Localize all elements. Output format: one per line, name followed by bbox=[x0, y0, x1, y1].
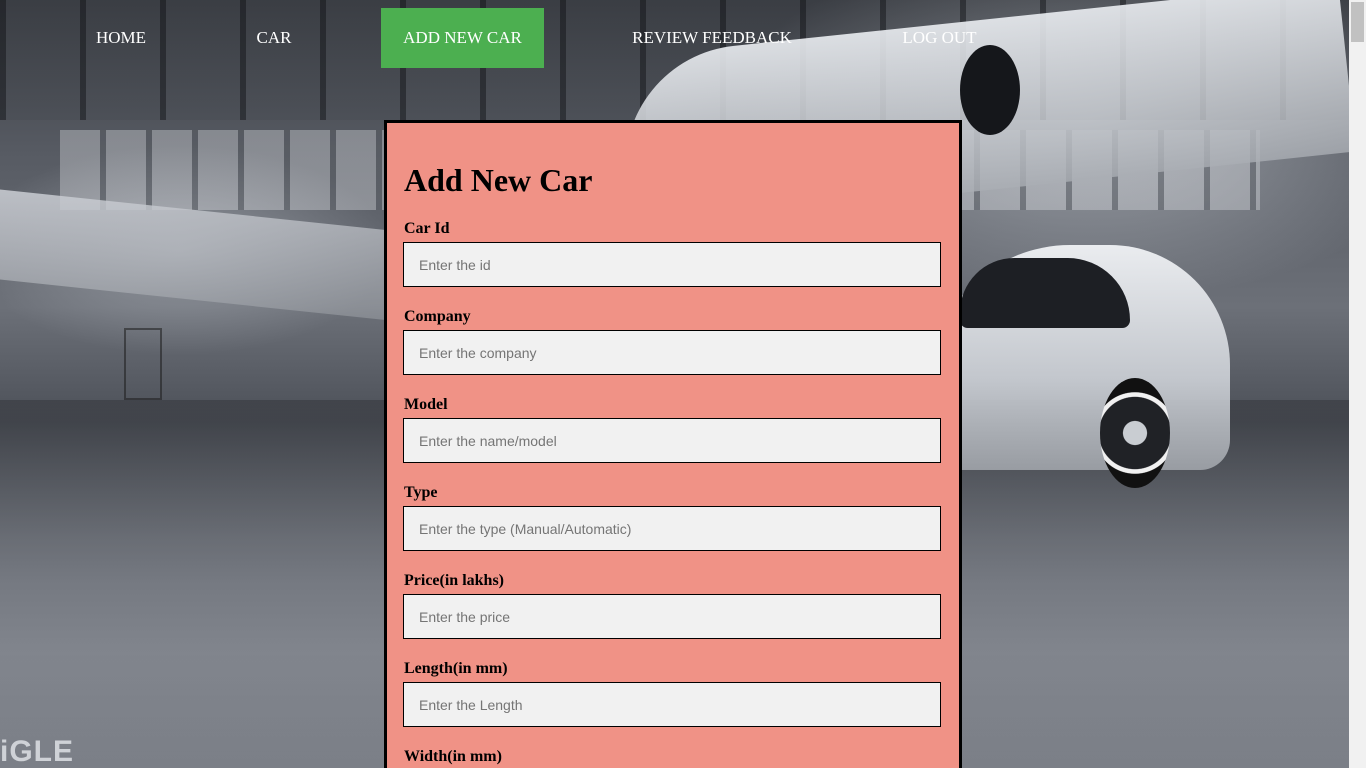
car-wheel bbox=[1100, 378, 1170, 488]
model-label: Model bbox=[404, 396, 448, 413]
nav-car-link[interactable]: CAR bbox=[234, 8, 314, 68]
nav-review-feedback-link[interactable]: REVIEW FEEDBACK bbox=[612, 8, 812, 68]
nav-log-out-link[interactable]: LOG OUT bbox=[882, 8, 997, 68]
vertical-scrollbar[interactable] bbox=[1349, 0, 1366, 768]
car-id-label: Car Id bbox=[404, 220, 450, 237]
form-title: Add New Car bbox=[404, 162, 593, 198]
length-label: Length(in mm) bbox=[404, 660, 508, 677]
price-label: Price(in lakhs) bbox=[404, 572, 504, 589]
type-input[interactable] bbox=[403, 506, 941, 551]
price-input[interactable] bbox=[403, 594, 941, 639]
car-id-input[interactable] bbox=[403, 242, 941, 287]
watermark-logo: iGLE bbox=[0, 735, 75, 768]
length-input[interactable] bbox=[403, 682, 941, 727]
nav-home-link[interactable]: HOME bbox=[76, 8, 166, 68]
width-label: Width(in mm) bbox=[404, 748, 502, 765]
scrollbar-thumb[interactable] bbox=[1351, 2, 1364, 42]
model-input[interactable] bbox=[403, 418, 941, 463]
type-label: Type bbox=[404, 484, 438, 501]
company-label: Company bbox=[404, 308, 471, 325]
top-navigation: HOME CAR ADD NEW CAR REVIEW FEEDBACK LOG… bbox=[0, 8, 1349, 68]
hangar-door bbox=[124, 328, 162, 400]
company-input[interactable] bbox=[403, 330, 941, 375]
add-car-form: Add New Car Car Id Company Model Type Pr… bbox=[384, 120, 962, 768]
nav-add-new-car-link[interactable]: ADD NEW CAR bbox=[381, 8, 544, 68]
